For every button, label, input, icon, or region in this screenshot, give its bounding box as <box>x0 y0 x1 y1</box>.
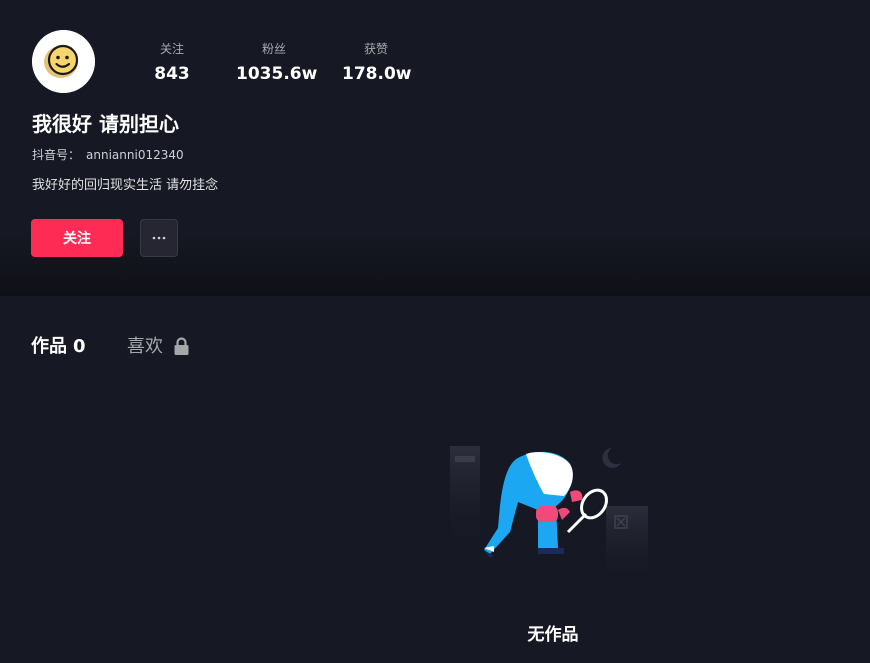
smiley-icon <box>32 30 95 93</box>
profile-name: 我很好 请别担心 <box>32 112 179 136</box>
avatar[interactable] <box>32 30 95 93</box>
follow-button[interactable]: 关注 <box>31 219 123 257</box>
stat-label: 关注 <box>159 42 184 56</box>
stat-followers[interactable]: 粉丝 1035.6w <box>236 40 318 87</box>
section-divider <box>0 294 870 296</box>
lock-icon <box>174 337 189 355</box>
profile-bio: 我好好的回归现实生活 请勿挂念 <box>32 178 219 193</box>
empty-state-text: 无作品 <box>527 625 579 645</box>
more-icon <box>152 236 166 240</box>
tab-works[interactable]: 作品 0 <box>31 334 86 360</box>
stat-value: 1035.6w <box>236 64 318 84</box>
stat-value: 178.0w <box>342 64 412 84</box>
more-button[interactable] <box>140 219 178 257</box>
stat-label: 获赞 <box>363 42 388 56</box>
stat-following[interactable]: 关注 843 <box>150 40 194 87</box>
tab-likes[interactable]: 喜欢 <box>127 334 163 360</box>
douyin-id-label: 抖音号： <box>32 148 81 162</box>
stat-value: 843 <box>154 64 190 84</box>
tab-works-count: 0 <box>73 336 86 357</box>
douyin-id-value: annianni012340 <box>86 148 184 162</box>
douyin-id: 抖音号： annianni012340 <box>32 146 184 164</box>
empty-state-illustration <box>450 446 648 586</box>
profile-header: 关注 843 粉丝 1035.6w 获赞 178.0w 我很好 请别担心 抖音号… <box>0 0 870 294</box>
stat-label: 粉丝 <box>261 42 286 56</box>
tab-works-label: 作品 <box>31 336 67 357</box>
stat-likes[interactable]: 获赞 178.0w <box>342 40 412 87</box>
